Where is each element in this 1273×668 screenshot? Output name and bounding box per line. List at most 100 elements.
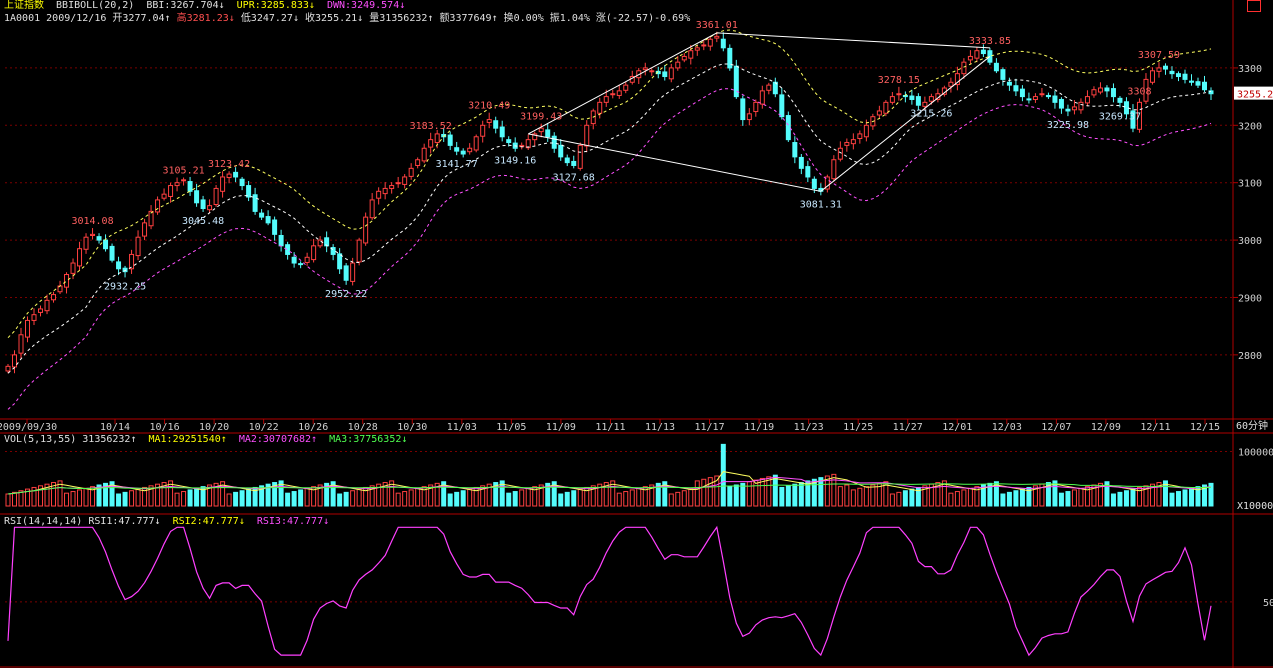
stock-chart-canvas[interactable]: 2800 2900 3000 3100 3200 3300 3014.08 2932.25 31… (0, 0, 1273, 668)
low-label: 2932.25 (104, 281, 146, 292)
volume-bar (226, 493, 232, 507)
volume-bar (356, 488, 362, 507)
vol-ma3: MA3:37756352↓ (329, 434, 408, 445)
candle-up (616, 90, 622, 96)
candle-up (467, 147, 473, 153)
candle-up (213, 187, 219, 206)
volume-bar (701, 478, 707, 507)
candle-down (720, 38, 726, 49)
date-tick-label: 12/03 (992, 422, 1022, 433)
candle-up (51, 294, 57, 301)
low-label: 3045.48 (182, 216, 224, 227)
candle-up (311, 245, 317, 261)
rsi-label: RSI(14,14,14) (4, 516, 83, 527)
volume-bar (187, 489, 193, 507)
candle-down (259, 212, 265, 218)
price-tick-label-2900: 2900 (1238, 293, 1262, 304)
candle-up (486, 119, 492, 123)
volume-bar (239, 490, 245, 507)
date-tick-label: 11/11 (595, 422, 625, 433)
candle-down (1104, 87, 1110, 92)
volume-bar (902, 490, 908, 507)
date-tick-label: 10/22 (249, 422, 279, 433)
volume-bar (954, 491, 960, 507)
volume-bar (1065, 491, 1071, 507)
candle-up (421, 147, 427, 162)
low-label: 3225.98 (1047, 120, 1089, 131)
volume-bar (1175, 491, 1181, 507)
candle-up (70, 262, 76, 274)
price-tick-label-3100: 3100 (1238, 179, 1262, 190)
volume-bar (577, 488, 583, 507)
rsi-tick-label-50: 50 (1263, 598, 1273, 609)
candle-down (915, 96, 921, 106)
volume-bar (64, 492, 70, 507)
date-tick-label: 11/25 (843, 422, 873, 433)
volume-bar (772, 474, 778, 507)
date-tick-label: 12/01 (942, 422, 972, 433)
volume-bar (122, 491, 128, 507)
candle-down (993, 62, 999, 72)
candle-down (506, 139, 512, 144)
date-tick-label: 11/19 (744, 422, 774, 433)
volume-bar (116, 493, 122, 507)
amplitude-value: 振1.04% (549, 13, 590, 24)
candle-down (187, 181, 193, 192)
candle-up (64, 274, 70, 288)
volume-bar (759, 477, 765, 507)
volume-bar (1013, 490, 1019, 507)
rsi-header: RSI(14,14,14) RSI1:47.777↓ RSI2:47.777↓ … (4, 516, 329, 528)
candle-down (454, 147, 460, 152)
high-label: 3307.59 (1138, 50, 1180, 61)
date-tick-label: 11/03 (447, 422, 477, 433)
candle-down (1182, 73, 1188, 80)
volume-bar (779, 486, 785, 507)
candle-up (402, 176, 408, 185)
volume-bar (844, 484, 850, 507)
candle-down (785, 115, 791, 141)
candle-down (343, 265, 349, 281)
volume-bar (694, 480, 700, 507)
vol-ma1: MA1:29251540↑ (148, 434, 227, 445)
date-tick-label: 12/15 (1190, 422, 1220, 433)
candle-up (766, 84, 772, 91)
candle-up (597, 101, 603, 114)
candle-up (415, 159, 421, 166)
candle-down (233, 171, 239, 178)
candle-down (109, 245, 115, 261)
window-restore-icon[interactable] (1247, 0, 1261, 12)
candle-down (662, 71, 668, 78)
candle-down (980, 49, 986, 55)
volume-bar (454, 491, 460, 507)
low-label: 3127.68 (553, 172, 595, 183)
rsi3-value: RSI3:47.777↓ (256, 516, 330, 527)
volume-bar (291, 491, 297, 507)
volume-bar (1006, 491, 1012, 507)
candle-up (831, 159, 837, 180)
candle-up (603, 96, 609, 103)
volume-bar (967, 487, 973, 507)
candle-up (714, 35, 720, 39)
volume-tick-label: 100000 (1238, 447, 1273, 458)
candle-up (226, 173, 232, 179)
candle-up (1078, 101, 1084, 111)
volume-bar (629, 489, 635, 507)
indicator-name: BBIBOLL(20,2) (56, 0, 135, 11)
candle-down (1162, 65, 1168, 70)
candle-up (746, 113, 752, 121)
period-label[interactable]: 60分钟 (1236, 421, 1268, 433)
low-label: 3149.16 (494, 156, 536, 167)
candle-up (967, 55, 973, 61)
low-price: 低3247.27↓ (240, 13, 299, 24)
candle-down (324, 237, 330, 247)
volume-bar (792, 483, 798, 507)
candle-up (12, 354, 18, 368)
volume-bar (395, 492, 401, 507)
date-tick-label: 11/17 (694, 422, 724, 433)
candle-up (25, 319, 31, 338)
volume-bar (402, 491, 408, 507)
volume-bar (753, 479, 759, 507)
candle-up (961, 61, 967, 75)
volume-bar (850, 489, 856, 507)
volume-bar (1117, 491, 1123, 507)
